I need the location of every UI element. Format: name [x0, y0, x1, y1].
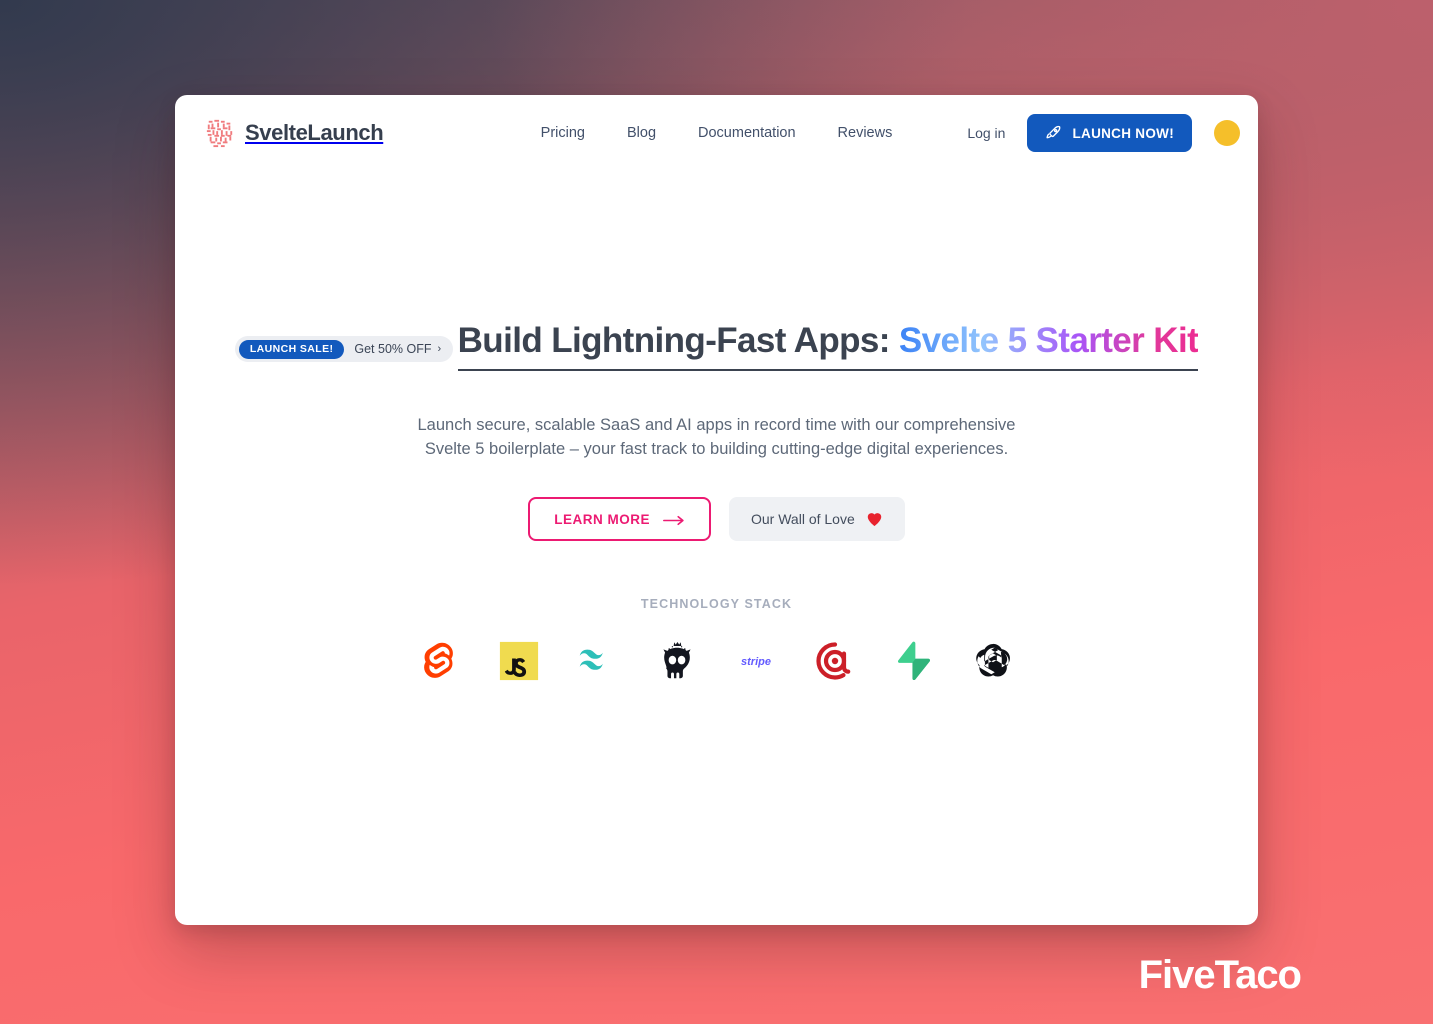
main-nav: Pricing Blog Documentation Reviews: [541, 125, 893, 141]
chevron-right-icon: ›: [437, 343, 442, 356]
nav-item-documentation[interactable]: Documentation: [698, 125, 796, 141]
heart-icon: [866, 511, 883, 527]
technology-stack-label: TECHNOLOGY STACK: [640, 597, 793, 612]
hero-cta-row: LEARN MORE Our Wall of Love: [175, 497, 1258, 542]
wall-of-love-label: Our Wall of Love: [751, 511, 855, 528]
login-link[interactable]: Log in: [967, 125, 1005, 141]
brand-logo-link[interactable]: SvelteLaunch: [205, 118, 384, 148]
nav-item-reviews[interactable]: Reviews: [838, 125, 893, 141]
launch-now-label: LAUNCH NOW!: [1072, 125, 1174, 141]
stripe-logo-icon: stripe: [733, 638, 779, 684]
skeleton-ui-logo-icon: [654, 638, 700, 684]
avatar-circle-icon[interactable]: [1214, 120, 1240, 146]
technology-stack-section: TECHNOLOGY STACK stripe: [175, 597, 1258, 684]
hero-subheading: Launch secure, scalable SaaS and AI apps…: [417, 416, 1016, 459]
status-badge: LAUNCH SALE!: [238, 340, 345, 359]
javascript-logo-icon: [496, 638, 542, 684]
launch-sale-pill[interactable]: LAUNCH SALE! Get 50% OFF ›: [234, 336, 454, 363]
arrow-right-icon: [663, 514, 685, 525]
svg-text:stripe: stripe: [741, 656, 771, 668]
svelte-logo-icon: [417, 638, 463, 684]
learn-more-label: LEARN MORE: [554, 511, 650, 527]
learn-more-button[interactable]: LEARN MORE: [528, 497, 711, 542]
fivetaco-watermark: FiveTaco: [1138, 953, 1302, 997]
sale-offer-text: Get 50% OFF: [354, 342, 432, 357]
app-window-card: SvelteLaunch Pricing Blog Documentation …: [175, 95, 1258, 925]
hero-section: LAUNCH SALE! Get 50% OFF › Build Lightni…: [175, 161, 1258, 542]
maze-pattern-icon: [205, 118, 235, 148]
supabase-logo-icon: [891, 638, 937, 684]
headline-plain: Build Lightning-Fast Apps:: [457, 321, 899, 360]
launch-now-button[interactable]: LAUNCH NOW!: [1027, 114, 1192, 152]
rocket-icon: [1045, 125, 1062, 142]
headline-gradient: Svelte 5 Starter Kit: [898, 321, 1199, 360]
site-header: SvelteLaunch Pricing Blog Documentation …: [175, 105, 1258, 161]
resend-at-logo-icon: [812, 638, 858, 684]
technology-stack-logos: stripe: [175, 638, 1258, 684]
brand-name: SvelteLaunch: [245, 120, 384, 145]
wall-of-love-button[interactable]: Our Wall of Love: [729, 497, 905, 542]
openai-logo-icon: [970, 638, 1016, 684]
nav-item-blog[interactable]: Blog: [627, 125, 656, 141]
nav-item-pricing[interactable]: Pricing: [541, 125, 585, 141]
tailwindcss-logo-icon: [575, 638, 621, 684]
page-title: Build Lightning-Fast Apps: Svelte 5 Star…: [457, 321, 1199, 372]
header-actions: Log in LAUNCH NOW!: [967, 114, 1240, 152]
